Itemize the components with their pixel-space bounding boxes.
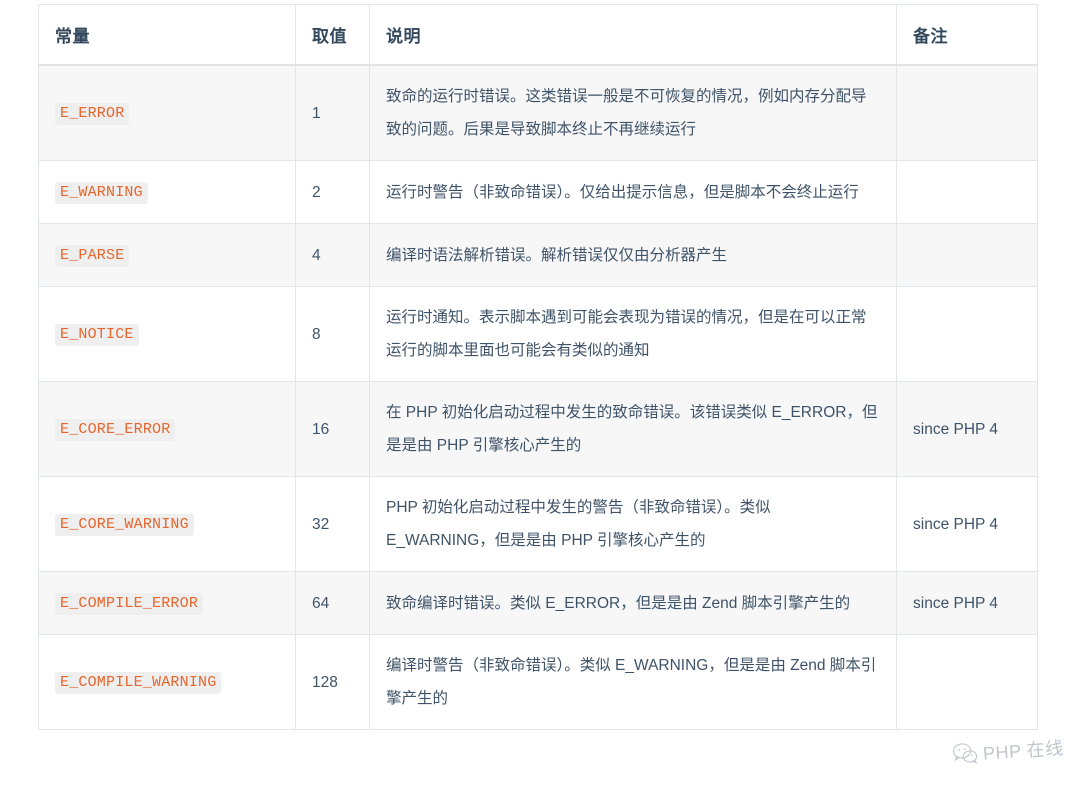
- cell-value: 2: [295, 160, 370, 224]
- cell-value: 64: [295, 571, 370, 635]
- constant-code-badge: E_NOTICE: [55, 324, 139, 346]
- cell-value: 1: [295, 64, 370, 161]
- cell-constant: E_WARNING: [38, 160, 296, 224]
- column-header-constant: 常量: [38, 4, 296, 66]
- cell-description: PHP 初始化启动过程中发生的警告（非致命错误）。类似 E_WARNING，但是…: [369, 476, 897, 572]
- cell-constant: E_COMPILE_WARNING: [38, 634, 296, 730]
- cell-description: 编译时警告（非致命错误）。类似 E_WARNING，但是是由 Zend 脚本引擎…: [369, 634, 897, 730]
- table-row: E_COMPILE_WARNING 128 编译时警告（非致命错误）。类似 E_…: [38, 634, 1038, 730]
- table-row: E_NOTICE 8 运行时通知。表示脚本遇到可能会表现为错误的情况，但是在可以…: [38, 286, 1038, 382]
- table-header-row: 常量 取值 说明 备注: [38, 4, 1038, 66]
- cell-constant: E_COMPILE_ERROR: [38, 571, 296, 635]
- table-row: E_ERROR 1 致命的运行时错误。这类错误一般是不可恢复的情况，例如内存分配…: [38, 64, 1038, 161]
- cell-value: 32: [295, 476, 370, 572]
- table-row: E_PARSE 4 编译时语法解析错误。解析错误仅仅由分析器产生: [38, 223, 1038, 287]
- cell-constant: E_CORE_WARNING: [38, 476, 296, 572]
- constant-code-badge: E_CORE_ERROR: [55, 419, 176, 441]
- constant-code-badge: E_COMPILE_WARNING: [55, 672, 222, 694]
- cell-remark: [896, 64, 1038, 161]
- cell-description: 运行时通知。表示脚本遇到可能会表现为错误的情况，但是在可以正常运行的脚本里面也可…: [369, 286, 897, 382]
- cell-remark: since PHP 4: [896, 571, 1038, 635]
- cell-value: 8: [295, 286, 370, 382]
- cell-description: 运行时警告（非致命错误）。仅给出提示信息，但是脚本不会终止运行: [369, 160, 897, 224]
- cell-remark: [896, 160, 1038, 224]
- watermark-text: PHP 在线: [982, 738, 1065, 764]
- cell-description: 致命编译时错误。类似 E_ERROR，但是是由 Zend 脚本引擎产生的: [369, 571, 897, 635]
- cell-remark: since PHP 4: [896, 476, 1038, 572]
- constant-code-badge: E_ERROR: [55, 103, 130, 125]
- cell-value: 128: [295, 634, 370, 730]
- cell-constant: E_NOTICE: [38, 286, 296, 382]
- cell-constant: E_PARSE: [38, 223, 296, 287]
- table-row: E_CORE_ERROR 16 在 PHP 初始化启动过程中发生的致命错误。该错…: [38, 381, 1038, 477]
- cell-remark: [896, 286, 1038, 382]
- cell-description: 致命的运行时错误。这类错误一般是不可恢复的情况，例如内存分配导致的问题。后果是导…: [369, 64, 897, 161]
- constant-code-badge: E_WARNING: [55, 182, 148, 204]
- cell-remark: [896, 634, 1038, 730]
- watermark: PHP 在线: [952, 734, 1065, 768]
- table-row: E_WARNING 2 运行时警告（非致命错误）。仅给出提示信息，但是脚本不会终…: [38, 160, 1038, 224]
- constant-code-badge: E_COMPILE_ERROR: [55, 593, 204, 615]
- constant-code-badge: E_CORE_WARNING: [55, 514, 194, 536]
- column-header-value: 取值: [295, 4, 370, 66]
- constant-code-badge: E_PARSE: [55, 245, 130, 267]
- php-error-constants-table: 常量 取值 说明 备注 E_ERROR 1 致命的运行时错误。这类错误一般是不可…: [38, 4, 1038, 730]
- constants-table-container: 常量 取值 说明 备注 E_ERROR 1 致命的运行时错误。这类错误一般是不可…: [38, 4, 1038, 730]
- column-header-remark: 备注: [896, 4, 1038, 66]
- cell-description: 在 PHP 初始化启动过程中发生的致命错误。该错误类似 E_ERROR，但是是由…: [369, 381, 897, 477]
- cell-constant: E_CORE_ERROR: [38, 381, 296, 477]
- cell-description: 编译时语法解析错误。解析错误仅仅由分析器产生: [369, 223, 897, 287]
- column-header-description: 说明: [369, 4, 897, 66]
- cell-value: 4: [295, 223, 370, 287]
- cell-constant: E_ERROR: [38, 64, 296, 161]
- wechat-icon: [952, 740, 980, 768]
- cell-remark: [896, 223, 1038, 287]
- document-page: 常量 取值 说明 备注 E_ERROR 1 致命的运行时错误。这类错误一般是不可…: [0, 0, 1080, 788]
- table-header: 常量 取值 说明 备注: [38, 4, 1038, 66]
- cell-value: 16: [295, 381, 370, 477]
- table-body: E_ERROR 1 致命的运行时错误。这类错误一般是不可恢复的情况，例如内存分配…: [38, 64, 1038, 730]
- table-row: E_COMPILE_ERROR 64 致命编译时错误。类似 E_ERROR，但是…: [38, 571, 1038, 635]
- table-row: E_CORE_WARNING 32 PHP 初始化启动过程中发生的警告（非致命错…: [38, 476, 1038, 572]
- cell-remark: since PHP 4: [896, 381, 1038, 477]
